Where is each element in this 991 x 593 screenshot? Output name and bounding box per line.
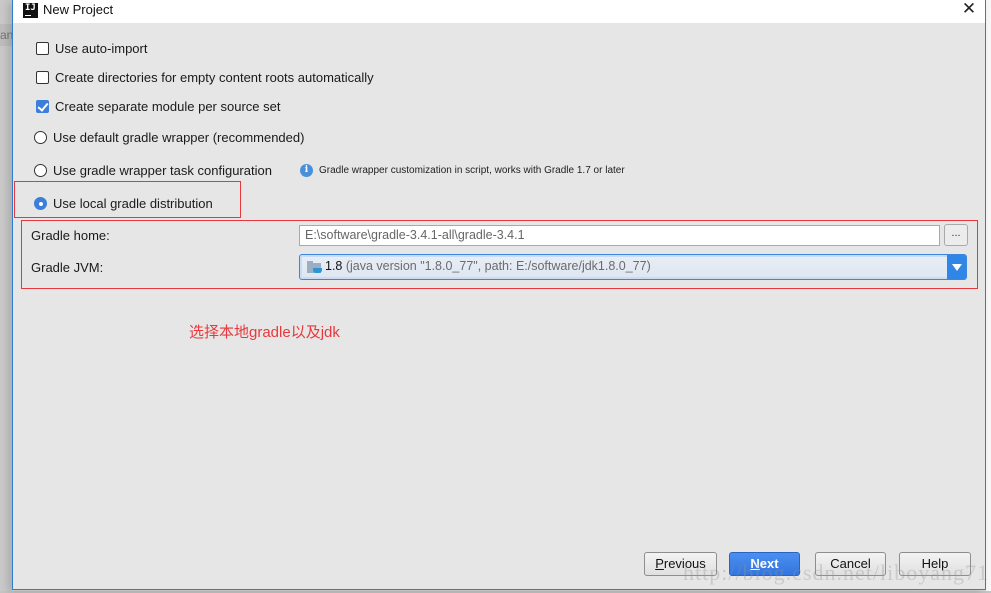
- next-mnemonic: N: [750, 556, 760, 571]
- jdk-folder-icon: [307, 261, 322, 273]
- radio-local-gradle-distribution[interactable]: Use local gradle distribution: [34, 196, 213, 211]
- radio-default-gradle-wrapper[interactable]: Use default gradle wrapper (recommended): [34, 130, 304, 145]
- info-icon: i: [300, 164, 313, 177]
- previous-button[interactable]: Previous: [644, 552, 717, 576]
- checkbox-separate-module[interactable]: Create separate module per source set: [36, 99, 280, 114]
- next-label: ext: [759, 556, 779, 571]
- background-ide-right: [986, 0, 991, 593]
- cancel-button[interactable]: Cancel: [815, 552, 886, 576]
- close-button[interactable]: ✕: [959, 0, 979, 20]
- checkbox-box[interactable]: [36, 42, 49, 55]
- checkbox-box[interactable]: [36, 71, 49, 84]
- wrapper-hint-text: Gradle wrapper customization in script, …: [319, 165, 625, 176]
- annotation-note: 选择本地gradle以及jdk: [189, 324, 340, 341]
- background-ide-left: an: [0, 0, 12, 593]
- next-button[interactable]: Next: [729, 552, 800, 576]
- gradle-jvm-dropdown[interactable]: 1.8 (java version "1.8.0_77", path: E:/s…: [299, 254, 967, 280]
- radio-button[interactable]: [34, 131, 47, 144]
- jvm-version: 1.8: [325, 259, 343, 273]
- previous-mnemonic: P: [655, 556, 664, 571]
- gradle-jvm-value: 1.8 (java version "1.8.0_77", path: E:/s…: [325, 259, 651, 273]
- radio-label: Use default gradle wrapper (recommended): [53, 130, 305, 145]
- checkbox-label: Create directories for empty content roo…: [55, 70, 374, 85]
- checkbox-create-directories[interactable]: Create directories for empty content roo…: [36, 70, 374, 85]
- intellij-app-icon: IJ: [23, 3, 38, 18]
- previous-label: revious: [663, 556, 706, 571]
- radio-button-selected[interactable]: [34, 197, 47, 210]
- gradle-jvm-label: Gradle JVM:: [31, 260, 104, 275]
- checkbox-label: Create separate module per source set: [55, 99, 281, 114]
- checkbox-box-checked[interactable]: [36, 100, 49, 113]
- chevron-down-icon[interactable]: [947, 255, 966, 279]
- browse-button[interactable]: ...: [944, 224, 968, 246]
- gradle-home-input[interactable]: E:\software\gradle-3.4.1-all\gradle-3.4.…: [299, 225, 940, 246]
- wrapper-hint: i Gradle wrapper customization in script…: [300, 164, 625, 177]
- radio-label: Use local gradle distribution: [53, 196, 213, 211]
- checkbox-label: Use auto-import: [55, 41, 148, 56]
- background-tab-fragment: an: [0, 24, 12, 46]
- radio-button[interactable]: [34, 164, 47, 177]
- new-project-dialog: IJ New Project ✕ Use auto-import Create …: [12, 0, 988, 590]
- checkbox-use-auto-import[interactable]: Use auto-import: [36, 41, 147, 56]
- gradle-home-label: Gradle home:: [31, 228, 110, 243]
- help-button[interactable]: Help: [899, 552, 971, 576]
- radio-gradle-wrapper-task[interactable]: Use gradle wrapper task configuration: [34, 163, 272, 178]
- dialog-title: New Project: [43, 2, 114, 17]
- radio-label: Use gradle wrapper task configuration: [53, 163, 272, 178]
- jvm-detail: (java version "1.8.0_77", path: E:/softw…: [342, 259, 651, 273]
- title-bar: IJ New Project ✕: [13, 0, 985, 23]
